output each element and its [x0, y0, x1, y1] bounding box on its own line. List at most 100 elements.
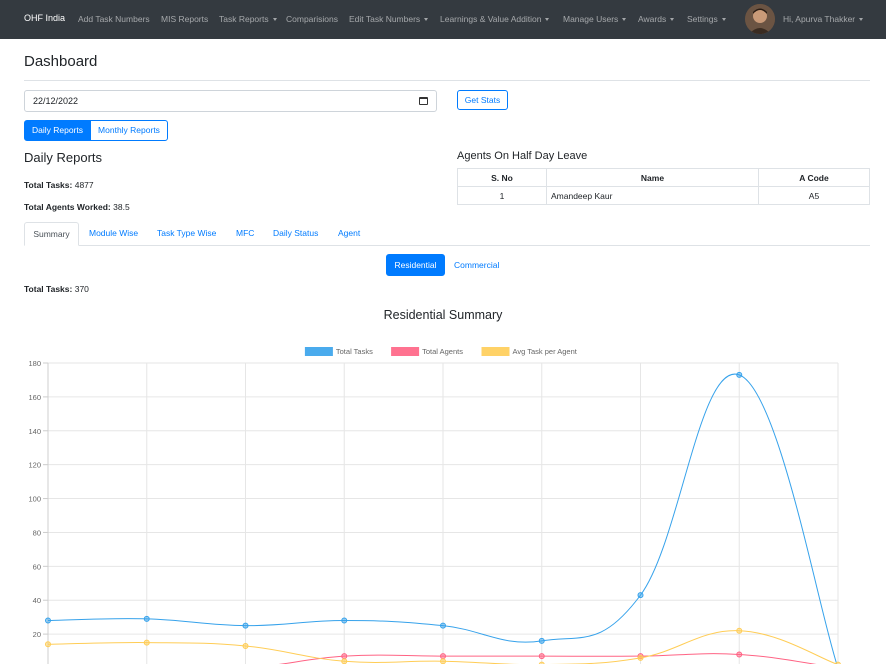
caret-down-icon: [670, 18, 675, 21]
nav-label: Awards: [638, 14, 667, 24]
caret-down-icon: [272, 18, 277, 21]
y-tick-label: 80: [33, 528, 41, 537]
data-point-total-tasks: [341, 617, 348, 624]
half-day-leave-heading: Agents On Half Day Leave: [457, 150, 588, 162]
nav-label: Manage Users: [563, 14, 619, 24]
nav-edit-task-numbers[interactable]: Edit Task Numbers: [349, 14, 429, 24]
nav-label: Edit Task Numbers: [349, 14, 421, 24]
nav-label: Add Task Numbers: [78, 14, 150, 24]
table-header-row: S. No Name A Code: [457, 168, 870, 187]
column-header: A Code: [758, 168, 870, 187]
tabs-divider: [24, 245, 870, 246]
data-point-total-tasks: [45, 617, 51, 624]
brand-logo[interactable]: OHF India: [24, 13, 65, 23]
stat-label: Total Agents Worked:: [24, 202, 111, 212]
nav-settings[interactable]: Settings: [687, 14, 726, 24]
data-point-avg-task-per-agent: [637, 654, 644, 661]
nav-label: MIS Reports: [161, 14, 209, 24]
y-tick-label: 20: [33, 630, 41, 639]
chart-title: Residential Summary: [383, 308, 503, 322]
caret-down-icon: [545, 18, 550, 21]
table-cell: A5: [758, 186, 870, 205]
daily-reports-button[interactable]: Daily Reports: [24, 120, 91, 141]
caret-down-icon: [859, 18, 864, 21]
nav-learnings[interactable]: Learnings & Value Addition: [440, 14, 550, 24]
commercial-button[interactable]: Commercial: [454, 260, 499, 270]
nav-manage-users[interactable]: Manage Users: [563, 14, 627, 24]
data-point-avg-task-per-agent: [736, 627, 743, 634]
tab-module-wise[interactable]: Module Wise: [89, 228, 138, 238]
data-point-total-tasks: [143, 615, 150, 622]
stat-value: 38.5: [113, 202, 130, 212]
tab-agent[interactable]: Agent: [338, 228, 360, 238]
page-title: Dashboard: [24, 53, 98, 70]
user-menu[interactable]: Hi, Apurva Thakker: [783, 14, 864, 24]
tab-task-type-wise[interactable]: Task Type Wise: [157, 228, 216, 238]
data-point-avg-task-per-agent: [242, 642, 249, 649]
tab-daily-status[interactable]: Daily Status: [273, 228, 318, 238]
legend-label-total-agents: Total Agents: [422, 347, 463, 356]
nav-label: Learnings & Value Addition: [440, 14, 542, 24]
y-tick-label: 100: [28, 495, 41, 504]
monthly-reports-button[interactable]: Monthly Reports: [90, 120, 168, 141]
data-point-total-tasks: [736, 371, 743, 378]
date-input[interactable]: 22/12/2022: [24, 90, 437, 112]
table-row: 1 Amandeep Kaur A5: [457, 186, 870, 205]
daily-reports-heading: Daily Reports: [24, 150, 103, 165]
nav-label: Settings: [687, 14, 718, 24]
user-photo-icon: [745, 4, 775, 34]
data-point-total-agents: [736, 651, 743, 658]
nav-mis-reports[interactable]: MIS Reports: [161, 14, 208, 24]
get-stats-button[interactable]: Get Stats: [457, 90, 508, 110]
nav-comparisions[interactable]: Comparisions: [286, 14, 338, 24]
y-tick-label: 160: [28, 393, 41, 402]
avatar[interactable]: [745, 4, 775, 34]
tab-summary[interactable]: Summary: [24, 222, 79, 246]
caret-down-icon: [622, 18, 627, 21]
legend-label-total-tasks: Total Tasks: [336, 347, 373, 356]
residential-button[interactable]: Residential: [386, 254, 445, 276]
data-point-total-tasks: [242, 622, 249, 629]
nav-label: Comparisions: [286, 14, 338, 24]
y-tick-label: 40: [33, 596, 41, 605]
caret-down-icon: [721, 18, 726, 21]
tab-mfc[interactable]: MFC: [236, 228, 254, 238]
y-tick-label: 60: [33, 562, 41, 571]
legend-swatch-total-agents: [391, 347, 420, 356]
y-tick-label: 140: [28, 427, 41, 436]
top-navbar: OHF India Add Task Numbers MIS Reports T…: [0, 0, 886, 39]
nav-add-task-numbers[interactable]: Add Task Numbers: [78, 14, 150, 24]
stat-label: Total Tasks:: [24, 180, 73, 190]
data-point-total-tasks: [440, 622, 446, 629]
nav-awards[interactable]: Awards: [638, 14, 675, 24]
stat-value: 370: [74, 284, 89, 294]
total-agents-stat: Total Agents Worked: 38.5: [24, 202, 130, 212]
data-point-avg-task-per-agent: [45, 641, 51, 648]
data-point-total-agents: [341, 653, 348, 660]
divider: [24, 80, 870, 81]
legend-swatch-avg-task-per-agent: [481, 347, 510, 356]
nav-task-reports[interactable]: Task Reports: [219, 14, 277, 24]
column-header: S. No: [457, 168, 547, 187]
residential-summary-chart: 20 40 60 80 100 120 140 160 180 Total Tasks Total …: [28, 347, 841, 664]
user-greeting: Hi, Apurva Thakker: [783, 14, 856, 24]
caret-down-icon: [424, 18, 429, 21]
data-point-total-tasks: [538, 637, 545, 644]
summary-total-tasks: Total Tasks: 370: [24, 284, 89, 294]
data-point-avg-task-per-agent: [341, 658, 348, 664]
y-tick-label: 120: [28, 461, 41, 470]
stat-value: 4877: [74, 180, 94, 190]
data-point-total-tasks: [637, 592, 644, 599]
data-point-total-agents: [538, 653, 545, 660]
total-tasks-stat: Total Tasks: 4877: [24, 180, 94, 190]
legend-swatch-total-tasks: [304, 347, 333, 356]
stat-label: Total Tasks:: [24, 284, 73, 294]
y-tick-label: 180: [28, 359, 41, 368]
data-point-avg-task-per-agent: [440, 658, 446, 664]
half-day-leave-table: S. No Name A Code 1 Amandeep Kaur A5: [457, 168, 870, 205]
calendar-icon[interactable]: [419, 97, 428, 105]
nav-label: Task Reports: [219, 14, 269, 24]
data-point-total-agents: [440, 653, 446, 660]
data-point-avg-task-per-agent: [143, 639, 150, 646]
legend-label-avg-task-per-agent: Avg Task per Agent: [513, 347, 578, 356]
